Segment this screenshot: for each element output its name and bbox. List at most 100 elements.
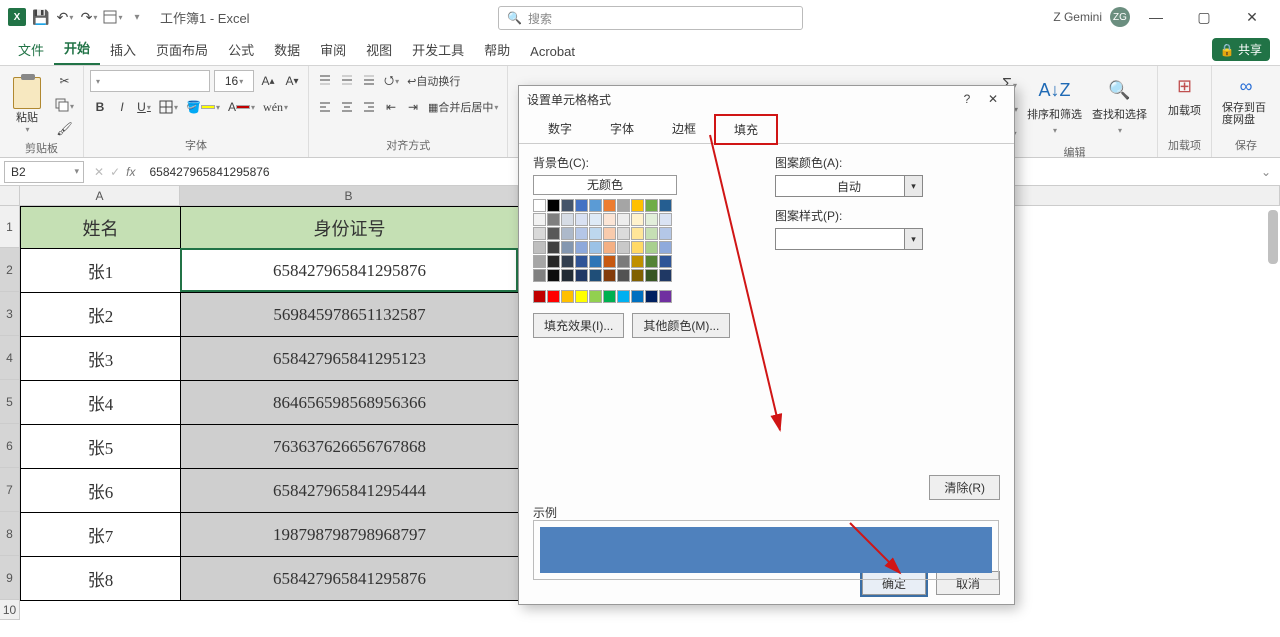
row-header[interactable]: 5 bbox=[0, 380, 19, 424]
tab-insert[interactable]: 插入 bbox=[100, 34, 146, 65]
color-swatch[interactable] bbox=[617, 255, 630, 268]
color-swatch[interactable] bbox=[631, 255, 644, 268]
minimize-icon[interactable]: — bbox=[1134, 2, 1178, 32]
color-swatch[interactable] bbox=[659, 199, 672, 212]
save-baidu-button[interactable]: ∞ 保存到百度网盘 bbox=[1218, 70, 1274, 128]
window-close-icon[interactable]: ✕ bbox=[1230, 2, 1274, 32]
color-swatch[interactable] bbox=[575, 227, 588, 240]
row-header[interactable]: 7 bbox=[0, 468, 19, 512]
save-icon[interactable] bbox=[30, 6, 52, 28]
color-swatch[interactable] bbox=[631, 269, 644, 282]
vertical-scrollbar-thumb[interactable] bbox=[1268, 210, 1278, 264]
cancel-formula-icon[interactable]: ✕ bbox=[94, 165, 104, 179]
enter-formula-icon[interactable]: ✓ bbox=[110, 165, 120, 179]
color-swatch[interactable] bbox=[575, 255, 588, 268]
color-swatch[interactable] bbox=[603, 269, 616, 282]
paste-button[interactable]: 粘贴 bbox=[6, 77, 48, 134]
color-swatch[interactable] bbox=[533, 227, 546, 240]
search-input[interactable]: 🔍 搜索 bbox=[498, 6, 803, 30]
sort-filter-button[interactable]: A↓Z 排序和筛选 bbox=[1023, 74, 1086, 138]
header-id[interactable]: 身份证号 bbox=[181, 207, 519, 249]
color-swatch[interactable] bbox=[547, 269, 560, 282]
color-swatch[interactable] bbox=[589, 269, 602, 282]
color-swatch[interactable] bbox=[617, 290, 630, 303]
color-swatch[interactable] bbox=[575, 199, 588, 212]
increase-font-icon[interactable]: A▴ bbox=[258, 70, 278, 92]
color-swatch[interactable] bbox=[561, 227, 574, 240]
tab-file[interactable]: 文件 bbox=[8, 34, 54, 65]
tab-dev[interactable]: 开发工具 bbox=[402, 34, 474, 65]
color-swatch[interactable] bbox=[547, 255, 560, 268]
tab-acrobat[interactable]: Acrobat bbox=[520, 38, 585, 65]
color-swatch[interactable] bbox=[603, 227, 616, 240]
formula-value[interactable]: 658427965841295876 bbox=[149, 165, 269, 179]
color-swatch[interactable] bbox=[645, 213, 658, 226]
cut-icon[interactable] bbox=[52, 70, 77, 92]
touch-mode-icon[interactable] bbox=[102, 6, 124, 28]
color-swatch[interactable] bbox=[631, 213, 644, 226]
color-swatch[interactable] bbox=[645, 290, 658, 303]
dialog-help-button[interactable]: ? bbox=[954, 88, 980, 110]
expand-formula-bar-icon[interactable]: ⌄ bbox=[1258, 164, 1274, 180]
color-swatch[interactable] bbox=[645, 269, 658, 282]
dialog-titlebar[interactable]: 设置单元格格式 ? ✕ bbox=[519, 86, 1014, 112]
dialog-close-button[interactable]: ✕ bbox=[980, 88, 1006, 110]
color-swatch[interactable] bbox=[561, 255, 574, 268]
color-swatch[interactable] bbox=[617, 199, 630, 212]
col-header-b[interactable]: B bbox=[180, 186, 518, 205]
merge-center-button[interactable]: ▦ 合并后居中 bbox=[425, 96, 501, 118]
format-painter-icon[interactable] bbox=[52, 118, 77, 140]
row-header[interactable]: 6 bbox=[0, 424, 19, 468]
color-swatch[interactable] bbox=[659, 227, 672, 240]
wrap-text-button[interactable]: ↩自动换行 bbox=[404, 70, 463, 92]
color-swatch[interactable] bbox=[603, 255, 616, 268]
color-swatch[interactable] bbox=[561, 213, 574, 226]
row-header[interactable]: 10 bbox=[0, 600, 19, 620]
dlg-tab-border[interactable]: 边框 bbox=[653, 114, 715, 143]
color-swatch[interactable] bbox=[659, 269, 672, 282]
clear-button[interactable]: 清除(R) bbox=[929, 475, 1000, 500]
color-swatch[interactable] bbox=[645, 227, 658, 240]
tab-layout[interactable]: 页面布局 bbox=[146, 34, 218, 65]
phonetic-button[interactable]: wén bbox=[260, 96, 291, 118]
tab-formula[interactable]: 公式 bbox=[218, 34, 264, 65]
color-swatch[interactable] bbox=[659, 255, 672, 268]
row-header[interactable]: 2 bbox=[0, 248, 19, 292]
color-swatch[interactable] bbox=[561, 290, 574, 303]
color-swatch[interactable] bbox=[547, 199, 560, 212]
align-bottom-icon[interactable] bbox=[359, 70, 379, 92]
color-swatch[interactable] bbox=[631, 290, 644, 303]
color-swatch[interactable] bbox=[533, 199, 546, 212]
col-header-a[interactable]: A bbox=[20, 186, 180, 205]
undo-icon[interactable] bbox=[54, 6, 76, 28]
color-swatch[interactable] bbox=[533, 213, 546, 226]
align-center-icon[interactable] bbox=[337, 96, 357, 118]
tab-help[interactable]: 帮助 bbox=[474, 34, 520, 65]
dlg-tab-font[interactable]: 字体 bbox=[591, 114, 653, 143]
redo-icon[interactable] bbox=[78, 6, 100, 28]
color-swatch[interactable] bbox=[617, 269, 630, 282]
color-swatch[interactable] bbox=[631, 199, 644, 212]
color-swatch[interactable] bbox=[617, 241, 630, 254]
color-swatch[interactable] bbox=[561, 241, 574, 254]
align-middle-icon[interactable] bbox=[337, 70, 357, 92]
color-swatch[interactable] bbox=[561, 199, 574, 212]
color-swatch[interactable] bbox=[575, 213, 588, 226]
align-left-icon[interactable] bbox=[315, 96, 335, 118]
color-swatch[interactable] bbox=[631, 227, 644, 240]
align-right-icon[interactable] bbox=[359, 96, 379, 118]
color-swatch[interactable] bbox=[645, 241, 658, 254]
no-color-button[interactable]: 无颜色 bbox=[533, 175, 677, 195]
color-swatch[interactable] bbox=[533, 290, 546, 303]
row-header[interactable]: 4 bbox=[0, 336, 19, 380]
color-swatch[interactable] bbox=[589, 290, 602, 303]
font-color-button[interactable]: A bbox=[225, 96, 258, 118]
color-swatch[interactable] bbox=[645, 255, 658, 268]
color-swatch[interactable] bbox=[645, 199, 658, 212]
fx-icon[interactable]: fx bbox=[126, 165, 135, 179]
avatar[interactable]: ZG bbox=[1110, 7, 1130, 27]
row-header[interactable]: 9 bbox=[0, 556, 19, 600]
italic-button[interactable]: I bbox=[112, 96, 132, 118]
pattern-color-combo[interactable]: 自动▾ bbox=[775, 175, 923, 197]
color-swatch[interactable] bbox=[547, 241, 560, 254]
